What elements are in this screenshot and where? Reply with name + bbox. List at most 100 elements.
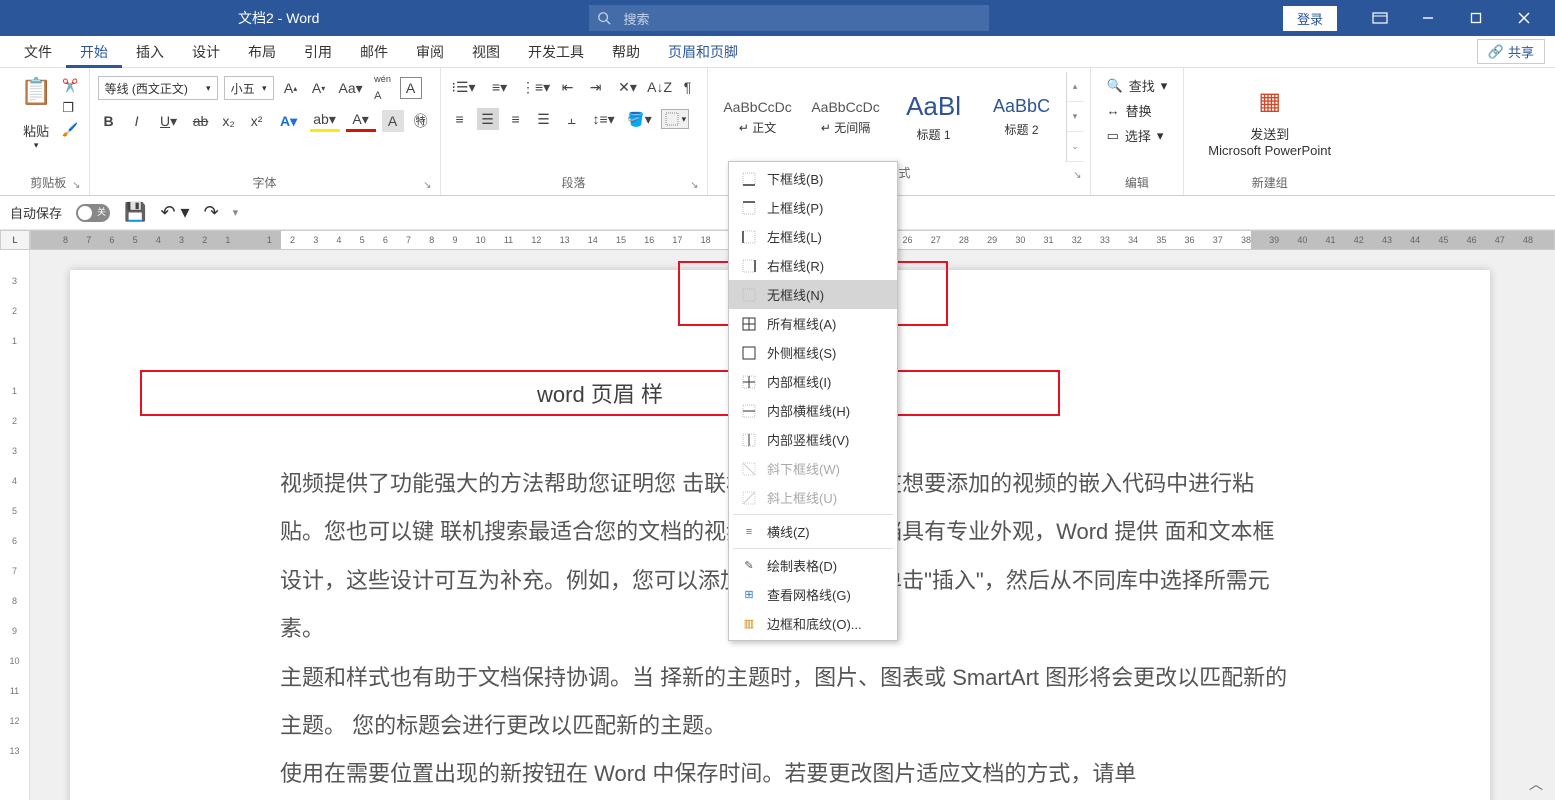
strikethrough-button[interactable]: ab	[190, 110, 212, 132]
shrink-font-button[interactable]: A▾	[308, 77, 330, 99]
share-button[interactable]: 🔗 共享	[1477, 39, 1545, 64]
tab-review[interactable]: 审阅	[402, 36, 458, 68]
select-button[interactable]: ▭ 选择 ▾	[1107, 126, 1164, 145]
border-left-item[interactable]: 左框线(L)	[729, 222, 897, 251]
shading-button[interactable]: 🪣▾	[625, 108, 655, 130]
style-heading1[interactable]: AaBl标题 1	[890, 72, 978, 162]
text-effects-button[interactable]: A▾	[274, 110, 304, 132]
borders-shading-item[interactable]: ▥边框和底纹(O)...	[729, 609, 897, 638]
horizontal-line-item[interactable]: ≡横线(Z)	[729, 517, 897, 546]
subscript-button[interactable]: x₂	[218, 110, 240, 132]
borders-shading-icon: ▥	[741, 616, 757, 632]
border-inside-v-item[interactable]: 内部竖框线(V)	[729, 425, 897, 454]
find-button[interactable]: 🔍 查找 ▾	[1107, 76, 1168, 95]
tab-header-footer[interactable]: 页眉和页脚	[654, 36, 752, 68]
align-right-button[interactable]: ≡	[505, 108, 527, 130]
style-normal[interactable]: AaBbCcDc↵ 正文	[714, 72, 802, 162]
tab-design[interactable]: 设计	[178, 36, 234, 68]
font-size-combo[interactable]: 小五 ▾	[224, 76, 274, 100]
format-painter-button[interactable]: 🖌️	[62, 122, 78, 138]
copy-button[interactable]: ❐	[62, 100, 78, 116]
tab-selector[interactable]: L	[0, 230, 30, 250]
maximize-button[interactable]	[1453, 0, 1499, 36]
line-spacing-button[interactable]: ↕≡▾	[589, 108, 619, 130]
cut-button[interactable]: ✂️	[62, 78, 78, 94]
numbering-button[interactable]: ≡▾	[485, 76, 515, 98]
styles-scroll[interactable]: ▴▾⌄	[1066, 72, 1084, 162]
border-top-item[interactable]: 上框线(P)	[729, 193, 897, 222]
minimize-button[interactable]	[1405, 0, 1451, 36]
style-nospacing[interactable]: AaBbCcDc↵ 无间隔	[802, 72, 890, 162]
border-right-item[interactable]: 右框线(R)	[729, 251, 897, 280]
increase-indent-button[interactable]: ⇥	[585, 76, 607, 98]
tab-view[interactable]: 视图	[458, 36, 514, 68]
qat-customize-button[interactable]: ▾	[233, 206, 239, 219]
border-diag-down-item[interactable]: 斜下框线(W)	[729, 454, 897, 483]
highlight-button[interactable]: ab▾	[310, 110, 340, 132]
border-inside-h-item[interactable]: 内部横框线(H)	[729, 396, 897, 425]
group-clipboard: 📋 粘贴 ▾ ✂️ ❐ 🖌️ 剪贴板↘	[8, 68, 90, 195]
border-inside-item[interactable]: 内部框线(I)	[729, 367, 897, 396]
border-bottom-item[interactable]: 下框线(B)	[729, 164, 897, 193]
border-top-icon	[741, 200, 757, 216]
tab-home[interactable]: 开始	[66, 36, 122, 68]
phonetic-guide-button[interactable]: wénA	[372, 77, 394, 99]
sendto-label1: 发送到	[1250, 124, 1289, 143]
distribute-button[interactable]: ⫠	[561, 108, 583, 130]
tab-help[interactable]: 帮助	[598, 36, 654, 68]
paste-button[interactable]: 📋 粘贴 ▾	[14, 72, 58, 155]
send-to-powerpoint-button[interactable]: ▦ 发送到 Microsoft PowerPoint	[1190, 72, 1349, 172]
bold-button[interactable]: B	[98, 110, 120, 132]
view-gridlines-item[interactable]: ⊞查看网格线(G)	[729, 580, 897, 609]
enclose-char-button[interactable]: ㊕	[410, 110, 432, 132]
body-paragraph-3[interactable]: 使用在需要位置出现的新按钮在 Word 中保存时间。若要更改图片适应文档的方式，…	[280, 750, 1290, 798]
char-shading-button[interactable]: A	[382, 110, 404, 132]
tab-file[interactable]: 文件	[10, 36, 66, 68]
font-name-combo[interactable]: 等线 (西文正文) ▾	[98, 76, 218, 100]
save-button[interactable]: 💾	[124, 202, 146, 223]
autosave-toggle[interactable]: 关	[76, 204, 110, 222]
underline-button[interactable]: U▾	[154, 110, 184, 132]
sort-button[interactable]: A↓Z	[649, 76, 671, 98]
border-all-item[interactable]: 所有框线(A)	[729, 309, 897, 338]
multilevel-button[interactable]: ⋮≡▾	[521, 76, 551, 98]
align-center-button[interactable]: ☰	[477, 108, 499, 130]
clipboard-launcher[interactable]: ↘	[72, 180, 80, 191]
char-border-button[interactable]: A	[400, 77, 422, 99]
login-button[interactable]: 登录	[1283, 6, 1337, 31]
redo-button[interactable]: ↷	[204, 202, 219, 223]
font-color-button[interactable]: A▾	[346, 110, 376, 132]
asian-layout-button[interactable]: ✕▾	[613, 76, 643, 98]
paragraph-launcher[interactable]: ↘	[690, 180, 698, 191]
search-box[interactable]: 搜索	[589, 5, 989, 31]
close-button[interactable]	[1501, 0, 1547, 36]
replace-button[interactable]: ↔ 替换	[1107, 101, 1152, 120]
align-left-button[interactable]: ≡	[449, 108, 471, 130]
change-case-button[interactable]: Aa▾	[336, 77, 366, 99]
italic-button[interactable]: I	[126, 110, 148, 132]
font-launcher[interactable]: ↘	[423, 180, 431, 191]
bullets-button[interactable]: ⁝☰▾	[449, 76, 479, 98]
ribbon-mode-button[interactable]	[1357, 0, 1403, 36]
borders-button[interactable]: ▾	[661, 109, 690, 129]
border-outside-item[interactable]: 外侧框线(S)	[729, 338, 897, 367]
draw-table-item[interactable]: ✎绘制表格(D)	[729, 551, 897, 580]
tab-references[interactable]: 引用	[290, 36, 346, 68]
styles-launcher[interactable]: ↘	[1073, 170, 1081, 181]
border-none-item[interactable]: 无框线(N)	[729, 280, 897, 309]
style-heading2[interactable]: AaBbC标题 2	[978, 72, 1066, 162]
grow-font-button[interactable]: A▴	[280, 77, 302, 99]
show-marks-button[interactable]: ¶	[677, 76, 699, 98]
decrease-indent-button[interactable]: ⇤	[557, 76, 579, 98]
vertical-ruler[interactable]: 32112345678910111213	[0, 250, 30, 800]
page-header[interactable]: word 页眉 样	[140, 370, 1060, 416]
superscript-button[interactable]: x²	[246, 110, 268, 132]
undo-button[interactable]: ↶ ▾	[160, 202, 189, 223]
tab-mailings[interactable]: 邮件	[346, 36, 402, 68]
tab-developer[interactable]: 开发工具	[514, 36, 598, 68]
justify-button[interactable]: ☰	[533, 108, 555, 130]
tab-insert[interactable]: 插入	[122, 36, 178, 68]
body-paragraph-2[interactable]: 主题和样式也有助于文档保持协调。当 择新的主题时，图片、图表或 SmartArt…	[280, 654, 1290, 751]
tab-layout[interactable]: 布局	[234, 36, 290, 68]
border-diag-up-item[interactable]: 斜上框线(U)	[729, 483, 897, 512]
